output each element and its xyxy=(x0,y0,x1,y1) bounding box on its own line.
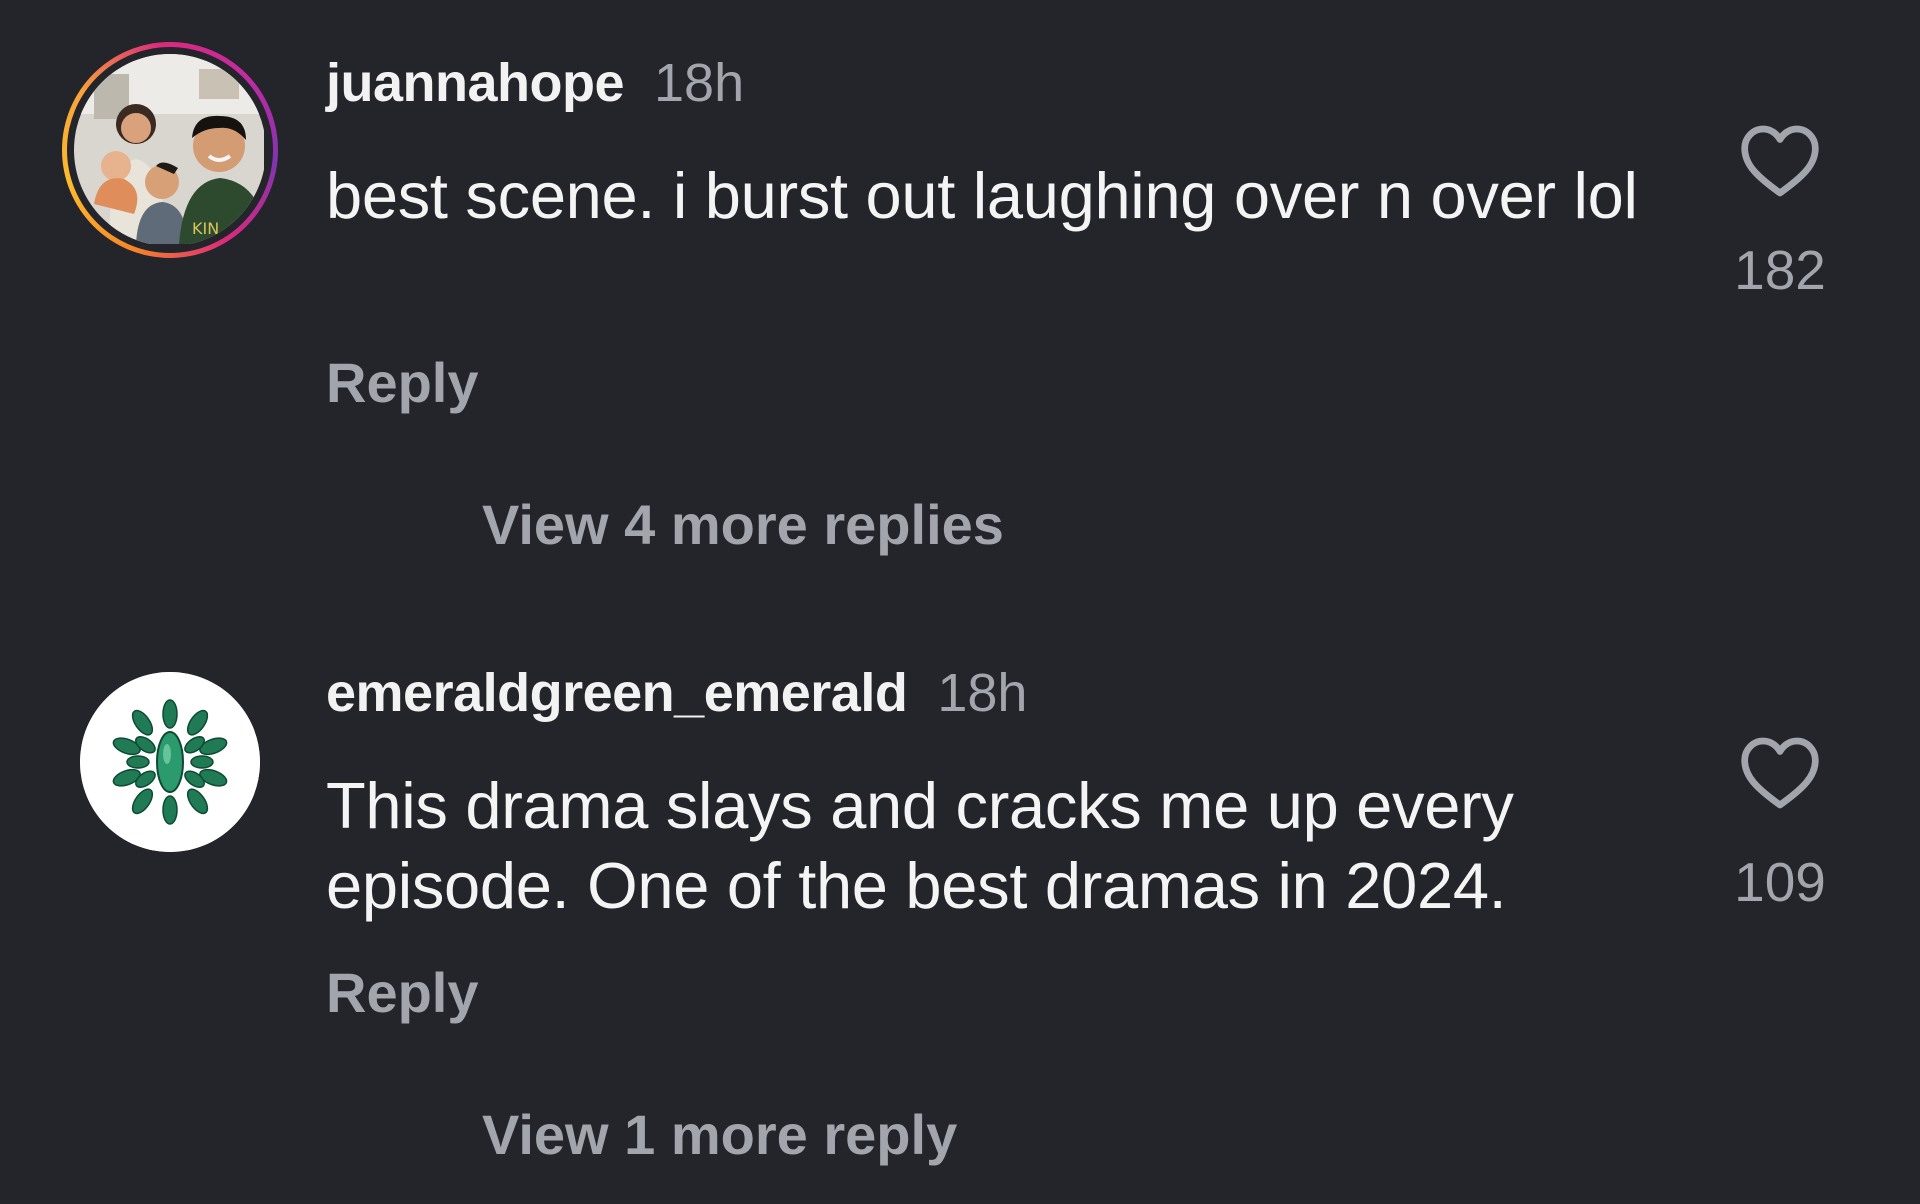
timestamp: 18h xyxy=(937,663,1028,723)
username[interactable]: emeraldgreen_emerald xyxy=(326,663,908,723)
like-control: 182 xyxy=(1720,124,1840,302)
user-avatar[interactable]: KIN xyxy=(62,42,278,258)
comment-header: juannahope 18h xyxy=(326,52,744,114)
comment-text: best scene. i burst out laughing over n … xyxy=(326,159,1638,232)
comment-text: This drama slays and cracks me up every … xyxy=(326,769,1514,922)
timestamp: 18h xyxy=(654,53,745,113)
like-control: 109 xyxy=(1720,736,1840,914)
username[interactable]: juannahope xyxy=(326,53,625,113)
family-photo-avatar: KIN xyxy=(74,54,264,244)
svg-text:KIN: KIN xyxy=(192,219,219,238)
reply-button[interactable]: Reply xyxy=(326,350,479,415)
like-count: 182 xyxy=(1734,239,1826,301)
comment-header: emeraldgreen_emerald 18h xyxy=(326,662,1027,724)
user-avatar[interactable] xyxy=(80,672,260,852)
heart-outline-icon[interactable] xyxy=(1738,124,1822,198)
like-count: 109 xyxy=(1734,851,1826,913)
heart-outline-icon[interactable] xyxy=(1738,736,1822,810)
reply-button[interactable]: Reply xyxy=(326,960,479,1025)
emerald-brooch-avatar xyxy=(80,672,260,852)
view-more-replies-button[interactable]: View 4 more replies xyxy=(482,492,1004,557)
view-more-replies-button[interactable]: View 1 more reply xyxy=(482,1102,957,1167)
